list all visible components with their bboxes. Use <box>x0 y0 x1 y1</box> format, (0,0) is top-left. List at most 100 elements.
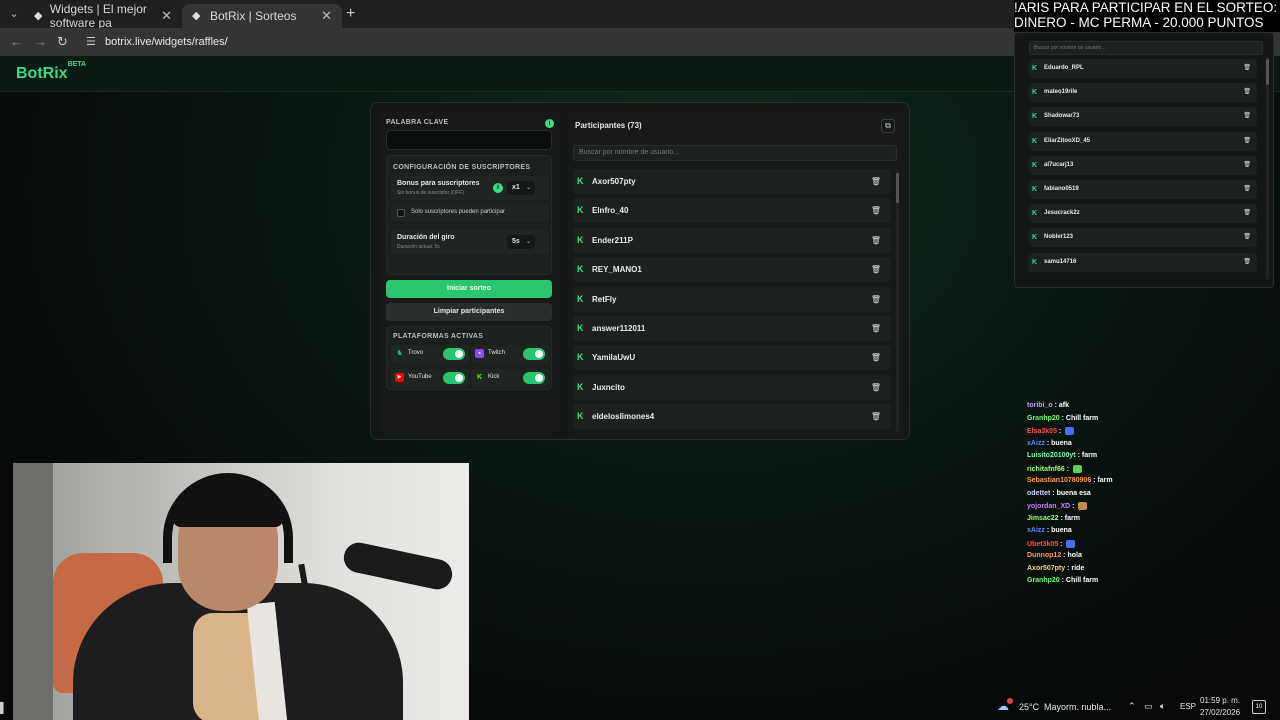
keyword-input[interactable] <box>386 130 552 150</box>
chat-text: afk <box>1058 402 1070 409</box>
kick-icon: K <box>1032 161 1038 169</box>
participant-row: K Juxncito 🗑︎ <box>573 374 891 400</box>
trash-icon: 🗑︎ <box>1243 258 1251 265</box>
overlay-participant-row: K samu14716 🗑︎ <box>1029 252 1257 272</box>
chat-message: Granhp20 : Chill farm <box>1027 414 1099 422</box>
webcam-wall <box>13 463 53 720</box>
chat-message: Axor507pty : ride <box>1027 564 1085 572</box>
clock-date[interactable]: 27/02/2026 <box>1200 708 1240 717</box>
overlay-participants-widget: Buscar por nombre de usuario... K Eduard… <box>1014 32 1274 288</box>
temperature[interactable]: 25°C <box>1019 702 1039 712</box>
youtube-icon: ▶ <box>395 373 404 382</box>
only-subscribers-checkbox[interactable] <box>397 209 405 217</box>
tab-title: BotRix | Sorteos <box>210 9 297 23</box>
kick-icon: K <box>1032 234 1038 242</box>
participant-name: REY_MANO1 <box>592 265 642 275</box>
trash-icon[interactable]: 🗑︎ <box>871 383 881 392</box>
twitch-icon: ▪ <box>475 349 484 358</box>
participant-name: answer112011 <box>592 323 646 333</box>
participant-name: YamilaUwU <box>592 353 636 363</box>
participant-name: fabiano0519 <box>1044 185 1079 192</box>
kick-icon: K <box>577 205 584 216</box>
forward-icon[interactable]: → <box>34 34 47 49</box>
start-raffle-button[interactable]: Iniciar sorteo <box>386 280 552 298</box>
participants-search-input[interactable]: Buscar por nombre de usuario... <box>573 145 897 161</box>
youtube-toggle[interactable] <box>443 372 465 384</box>
emote-icon <box>1078 502 1088 510</box>
participant-name: Ender211P <box>592 235 633 245</box>
language-indicator[interactable]: ESP <box>1180 702 1196 711</box>
overlay-participant-row: K mateo19rile 🗑︎ <box>1029 83 1257 103</box>
chat-overlay: toribi_o : afk Granhp20 : Chill farm Elsa3… <box>1022 390 1280 590</box>
close-tab-icon[interactable]: ✕ <box>321 8 332 24</box>
bonus-multiplier-select[interactable]: x1 ⌄ <box>507 181 535 195</box>
scroll-thumb[interactable] <box>896 173 899 203</box>
clear-participants-button[interactable]: Limpiar participantes <box>386 303 552 321</box>
botrix-logo[interactable]: BotRixBETA <box>16 61 86 83</box>
tab-sorteos[interactable]: ◆ BotRix | Sorteos ✕ <box>182 4 342 28</box>
kick-icon: K <box>577 381 584 392</box>
participant-row: K REY_MANO1 🗑︎ <box>573 257 891 283</box>
trovo-toggle[interactable] <box>443 348 465 360</box>
trash-icon[interactable]: 🗑︎ <box>871 412 881 421</box>
chat-text: farm <box>1097 477 1113 484</box>
trash-icon: 🗑︎ <box>1243 210 1251 217</box>
tab-widgets[interactable]: ◆ Widgets | El mejor software pa ✕ <box>24 2 182 30</box>
kick-icon: K <box>1032 137 1038 145</box>
reload-icon[interactable]: ↻ <box>57 34 68 50</box>
webcam-feed <box>13 463 469 720</box>
trash-icon[interactable]: 🗑︎ <box>871 324 881 333</box>
taskbar-edge-icon[interactable]: ▌ <box>0 703 10 717</box>
info-icon[interactable]: i <box>545 119 554 128</box>
duration-select[interactable]: 5s ⌄ <box>507 235 535 249</box>
participant-row: K RetFly 🗑︎ <box>573 286 891 312</box>
overlay-participants-list: K Eduardo_RPL 🗑︎ K mateo19rile 🗑︎ K Shadow… <box>1029 59 1257 277</box>
overlay-scrollbar <box>1266 57 1269 279</box>
volume-icon[interactable]: 🔈︎ <box>1160 701 1165 712</box>
trash-icon[interactable]: 🗑︎ <box>871 177 881 186</box>
trash-icon[interactable]: 🗑︎ <box>871 236 881 245</box>
chat-text: Chill farm <box>1065 414 1099 422</box>
weather-text[interactable]: Mayorm. nubla... <box>1044 702 1111 712</box>
only-subscribers-checkbox-row[interactable]: Solo suscriptores pueden participar <box>391 204 549 222</box>
participants-list: K Axor507pty 🗑︎ K Elnfro_40 🗑︎ K Ender211P… <box>573 169 891 433</box>
webcam-microphone <box>341 539 455 593</box>
chat-message: Sebastian10780906 : farm <box>1027 477 1113 484</box>
tab-search-icon[interactable]: ⌄ <box>6 6 22 22</box>
kick-toggle[interactable] <box>523 372 545 384</box>
kick-icon: K <box>1032 113 1038 121</box>
chat-message: Elsa3k05 : <box>1027 427 1075 435</box>
notifications-icon[interactable]: 10 <box>1252 700 1266 714</box>
chat-username: Granhp20 <box>1027 577 1060 584</box>
clock-time[interactable]: 01:59 p. m. <box>1200 696 1240 705</box>
trash-icon[interactable]: 🗑︎ <box>871 206 881 215</box>
participants-scrollbar[interactable] <box>896 169 899 433</box>
close-tab-icon[interactable]: ✕ <box>161 8 172 24</box>
url-field[interactable]: botrix.live/widgets/raffles/ <box>105 36 228 48</box>
back-icon[interactable]: ← <box>10 34 23 49</box>
kick-icon: K <box>577 264 584 275</box>
participant-row: K Ender211P 🗑︎ <box>573 227 891 253</box>
trash-icon[interactable]: 🗑︎ <box>871 353 881 362</box>
chevron-up-icon[interactable]: ⌃ <box>1128 701 1136 712</box>
twitch-toggle[interactable] <box>523 348 545 360</box>
active-platforms: PLATAFORMAS ACTIVAS ♞ Trovo ▪ Twitch ▶ Y… <box>386 326 552 390</box>
network-icon[interactable]: ▭ <box>1144 701 1153 712</box>
trash-icon[interactable]: 🗑︎ <box>871 265 881 274</box>
chat-username: Dunnop12 <box>1027 552 1062 559</box>
kick-icon: K <box>1032 89 1038 97</box>
new-tab-icon[interactable]: + <box>346 5 355 23</box>
chevron-down-icon: ⌄ <box>525 239 531 245</box>
participant-name: Axor507pty <box>592 177 636 186</box>
botrix-favicon-icon: ◆ <box>192 10 201 22</box>
info-icon[interactable]: i <box>493 183 503 193</box>
keyword-label: PALABRA CLAVE <box>386 119 449 126</box>
trash-icon[interactable]: 🗑︎ <box>871 295 881 304</box>
chat-username: xAizz <box>1027 527 1045 534</box>
kick-icon: K <box>1032 210 1038 218</box>
site-info-icon[interactable]: ☰ <box>86 35 98 48</box>
copy-icon[interactable]: ⧉ <box>881 119 895 133</box>
chat-username: Axor507pty <box>1027 564 1066 572</box>
chevron-down-icon: ⌄ <box>525 185 531 191</box>
webcam-headphones <box>163 473 293 563</box>
